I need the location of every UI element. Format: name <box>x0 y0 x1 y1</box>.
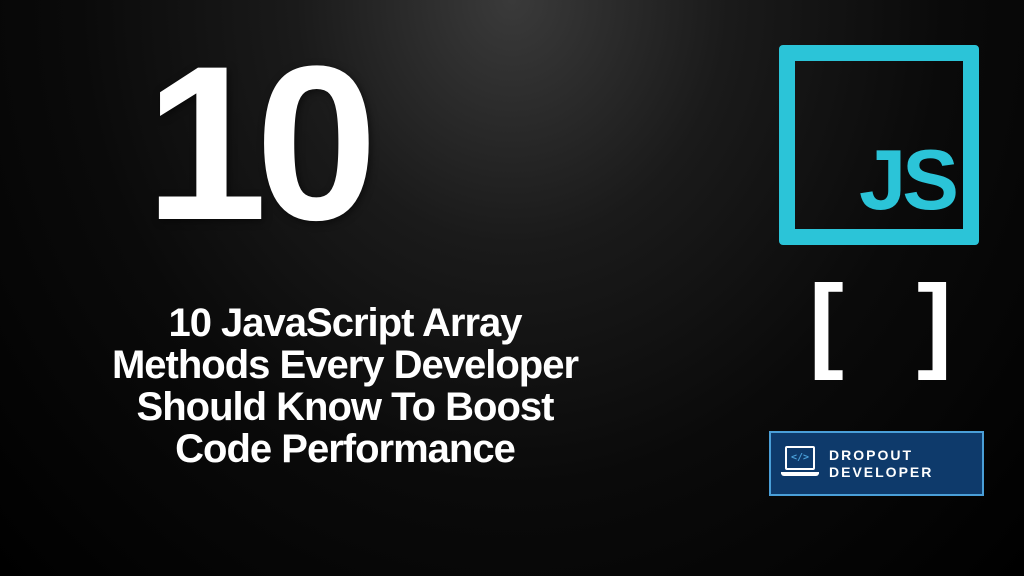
laptop-base-icon <box>781 472 819 476</box>
hero-banner: 10 10 JavaScript Array Methods Every Dev… <box>0 0 1024 576</box>
js-logo-text: JS <box>859 138 955 223</box>
brand-line2: DEVELOPER <box>829 464 933 480</box>
array-brackets-icon: [ ] <box>809 270 974 375</box>
laptop-screen-icon: </> <box>785 446 815 470</box>
brand-line1: DROPOUT <box>829 447 933 463</box>
brand-name: DROPOUT DEVELOPER <box>829 447 933 479</box>
laptop-icon: </> <box>781 446 819 482</box>
js-logo-icon: JS <box>779 45 979 245</box>
brand-logo: </> DROPOUT DEVELOPER <box>769 431 984 496</box>
code-icon: </> <box>791 452 809 463</box>
hero-number: 10 <box>145 50 366 237</box>
hero-title: 10 JavaScript Array Methods Every Develo… <box>100 302 590 470</box>
